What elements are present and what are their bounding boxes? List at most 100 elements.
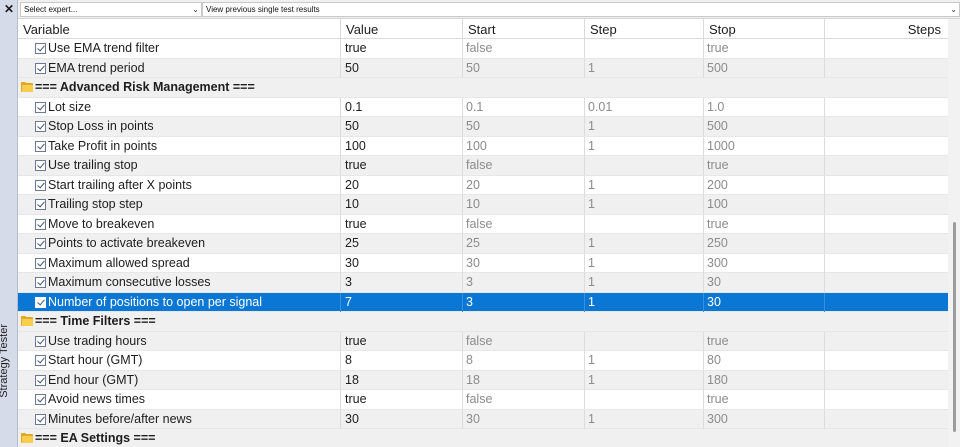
- parameter-value[interactable]: 10: [345, 195, 462, 214]
- parameter-value[interactable]: true: [345, 215, 462, 234]
- parameter-step[interactable]: [588, 332, 705, 351]
- parameter-stop[interactable]: true: [707, 390, 824, 409]
- parameter-step[interactable]: 1: [588, 234, 705, 253]
- parameter-row[interactable]: Use EMA trend filter true false true: [18, 39, 948, 59]
- parameter-row[interactable]: Avoid news times true false true: [18, 390, 948, 410]
- column-header-stop[interactable]: Stop: [704, 19, 824, 39]
- parameter-step[interactable]: 1: [588, 59, 705, 78]
- parameter-stop[interactable]: 30: [707, 273, 824, 292]
- column-header-steps[interactable]: Steps: [825, 19, 945, 39]
- parameter-start[interactable]: 30: [466, 410, 583, 429]
- parameter-value[interactable]: 7: [345, 293, 462, 312]
- parameter-value[interactable]: 30: [345, 254, 462, 273]
- parameter-value[interactable]: true: [345, 332, 462, 351]
- parameter-stop[interactable]: 1000: [707, 137, 824, 156]
- parameter-value[interactable]: 8: [345, 351, 462, 370]
- optimize-checkbox[interactable]: [35, 43, 46, 54]
- parameter-row[interactable]: Stop Loss in points 50 50 1 500: [18, 117, 948, 137]
- parameter-step[interactable]: [588, 39, 705, 58]
- parameter-step[interactable]: 1: [588, 273, 705, 292]
- parameter-start[interactable]: 50: [466, 117, 583, 136]
- parameter-step[interactable]: 1: [588, 351, 705, 370]
- parameter-start[interactable]: 3: [466, 293, 583, 312]
- parameter-start[interactable]: false: [466, 39, 583, 58]
- optimize-checkbox[interactable]: [35, 296, 46, 308]
- parameter-row[interactable]: Lot size 0.1 0.1 0.01 1.0: [18, 97, 948, 117]
- parameter-group-row[interactable]: === Advanced Risk Management ===: [18, 78, 948, 98]
- optimize-checkbox[interactable]: [35, 374, 46, 386]
- parameter-start[interactable]: 30: [466, 254, 583, 273]
- optimize-checkbox[interactable]: [35, 62, 46, 74]
- parameter-start[interactable]: 100: [466, 137, 583, 156]
- parameter-stop[interactable]: 500: [707, 59, 824, 78]
- parameter-stop[interactable]: 30: [707, 293, 824, 312]
- parameter-step[interactable]: 1: [588, 254, 705, 273]
- parameter-stop[interactable]: 100: [707, 195, 824, 214]
- parameter-value[interactable]: true: [345, 390, 462, 409]
- parameter-stop[interactable]: 180: [707, 371, 824, 390]
- scrollbar-thumb[interactable]: [953, 222, 956, 432]
- parameter-step[interactable]: 1: [588, 117, 705, 136]
- optimize-checkbox[interactable]: [35, 121, 46, 132]
- optimize-checkbox[interactable]: [35, 179, 46, 191]
- parameter-start[interactable]: 50: [466, 59, 583, 78]
- parameter-start[interactable]: 25: [466, 234, 583, 253]
- optimize-checkbox[interactable]: [35, 238, 46, 249]
- optimize-checkbox[interactable]: [35, 355, 46, 366]
- optimize-checkbox[interactable]: [35, 277, 46, 288]
- parameter-stop[interactable]: 300: [707, 410, 824, 429]
- parameter-start[interactable]: 10: [466, 195, 583, 214]
- parameter-value[interactable]: 20: [345, 176, 462, 195]
- parameter-value[interactable]: 100: [345, 137, 462, 156]
- parameter-row[interactable]: Start trailing after X points 20 20 1 200: [18, 175, 948, 195]
- parameter-step[interactable]: [588, 390, 705, 409]
- optimize-checkbox[interactable]: [35, 335, 46, 347]
- optimize-checkbox[interactable]: [35, 140, 46, 152]
- parameter-stop[interactable]: true: [707, 215, 824, 234]
- parameter-stop[interactable]: 500: [707, 117, 824, 136]
- parameter-value[interactable]: 18: [345, 371, 462, 390]
- parameter-stop[interactable]: 1.0: [707, 98, 824, 117]
- vertical-scrollbar[interactable]: [948, 19, 960, 447]
- optimize-checkbox[interactable]: [35, 257, 46, 269]
- parameter-row[interactable]: EMA trend period 50 50 1 500: [18, 58, 948, 78]
- parameter-start[interactable]: false: [466, 156, 583, 175]
- parameter-start[interactable]: 18: [466, 371, 583, 390]
- optimize-checkbox[interactable]: [35, 101, 46, 113]
- column-header-variable[interactable]: Variable: [18, 19, 340, 39]
- parameter-stop[interactable]: true: [707, 39, 824, 58]
- parameter-group-row[interactable]: === EA Settings ===: [18, 429, 948, 447]
- parameter-step[interactable]: 1: [588, 195, 705, 214]
- expert-select[interactable]: Select expert... ⌄: [20, 2, 202, 17]
- parameter-stop[interactable]: 250: [707, 234, 824, 253]
- parameter-start[interactable]: false: [466, 390, 583, 409]
- column-header-step[interactable]: Step: [585, 19, 703, 39]
- parameter-row[interactable]: Number of positions to open per signal 7 3…: [18, 292, 948, 312]
- parameter-step[interactable]: 0.01: [588, 98, 705, 117]
- parameter-value[interactable]: true: [345, 156, 462, 175]
- parameter-row[interactable]: Use trailing stop true false true: [18, 156, 948, 176]
- parameter-step[interactable]: 1: [588, 410, 705, 429]
- close-button[interactable]: ✕: [0, 0, 18, 18]
- parameter-value[interactable]: 30: [345, 410, 462, 429]
- parameter-value[interactable]: 3: [345, 273, 462, 292]
- optimize-checkbox[interactable]: [35, 218, 46, 230]
- parameter-row[interactable]: Use trading hours true false true: [18, 331, 948, 351]
- parameter-group-row[interactable]: === Time Filters ===: [18, 312, 948, 332]
- parameter-stop[interactable]: 300: [707, 254, 824, 273]
- parameter-value[interactable]: 0.1: [345, 98, 462, 117]
- optimize-checkbox[interactable]: [35, 413, 46, 425]
- parameter-stop[interactable]: true: [707, 156, 824, 175]
- parameter-start[interactable]: false: [466, 332, 583, 351]
- parameter-row[interactable]: Maximum consecutive losses 3 3 1 30: [18, 273, 948, 293]
- parameter-start[interactable]: 3: [466, 273, 583, 292]
- parameter-value[interactable]: true: [345, 39, 462, 58]
- parameter-value[interactable]: 50: [345, 117, 462, 136]
- parameter-step[interactable]: 1: [588, 293, 705, 312]
- parameter-start[interactable]: false: [466, 215, 583, 234]
- test-history-select[interactable]: View previous single test results ⌄: [202, 2, 960, 17]
- parameter-row[interactable]: Start hour (GMT) 8 8 1 80: [18, 351, 948, 371]
- parameter-row[interactable]: Minutes before/after news 30 30 1 300: [18, 409, 948, 429]
- parameter-row[interactable]: Maximum allowed spread 30 30 1 300: [18, 253, 948, 273]
- column-header-value[interactable]: Value: [341, 19, 462, 39]
